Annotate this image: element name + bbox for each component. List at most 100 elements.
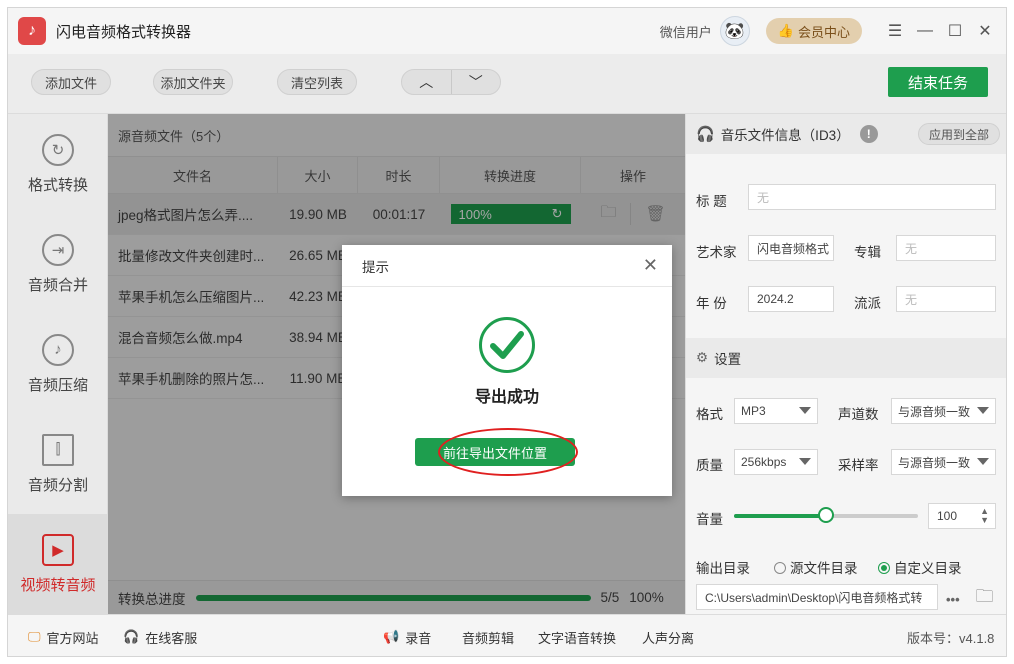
footer-separate-link[interactable]: 人声分离: [642, 615, 694, 656]
title-bar: ♪ 闪电音频格式转换器 微信用户 🐼 👍 会员中心 ☰ — ☐ ✕: [8, 8, 1006, 54]
apply-all-button[interactable]: 应用到全部: [917, 123, 1000, 145]
year-label: 年 份: [696, 296, 727, 311]
samplerate-label: 采样率: [838, 458, 879, 473]
sidebar-item-label: 视频转音频: [20, 576, 96, 594]
note-icon: ♪: [42, 333, 74, 366]
annotation-ring: [438, 428, 578, 476]
footer: 🖵 官方网站 🎧 在线客服 📢 录音 音频剪辑 文字语音转换 人声分离 版本号：…: [8, 614, 1006, 656]
footer-edit-link[interactable]: 音频剪辑: [462, 615, 514, 656]
volume-slider[interactable]: [734, 507, 918, 523]
chevron-down-icon: [799, 407, 811, 414]
volume-input[interactable]: 100 ▲ ▼: [928, 503, 996, 529]
volume-value: 100: [937, 509, 958, 523]
volume-label: 音量: [696, 512, 723, 527]
format-label: 格式: [696, 407, 723, 422]
refresh-icon: ↻: [42, 133, 74, 166]
chevron-down-icon: [977, 407, 989, 414]
dialog-message: 导出成功: [474, 389, 539, 406]
footer-record-label: 录音: [405, 630, 432, 646]
title-field[interactable]: 无: [748, 184, 996, 210]
success-dialog: 提示 ✕ 导出成功 前往导出文件位置: [342, 245, 672, 496]
sidebar-item-audio-merge[interactable]: ⇥ 音频合并: [8, 214, 108, 314]
id3-header: 🎧 音乐文件信息（ID3） ! 应用到全部: [686, 114, 1006, 154]
toolbar: 添加文件 添加文件夹 清空列表 ︿ ﹀ 结束任务: [8, 54, 1006, 114]
genre-label: 流派: [854, 296, 881, 311]
end-task-button[interactable]: 结束任务: [888, 67, 988, 97]
monitor-icon: 🖵: [28, 629, 41, 644]
sidebar-item-audio-split[interactable]: ⫿ 音频分割: [8, 414, 108, 514]
channels-label: 声道数: [838, 407, 879, 422]
stepper-icon[interactable]: ▲ ▼: [980, 507, 989, 525]
sidebar-item-audio-compress[interactable]: ♪ 音频压缩: [8, 314, 108, 414]
dialog-title: 提示: [342, 245, 672, 287]
title-label: 标 题: [696, 194, 727, 209]
footer-website-link[interactable]: 🖵 官方网站: [28, 615, 99, 656]
artist-label: 艺术家: [696, 245, 737, 260]
footer-website-label: 官方网站: [46, 630, 99, 646]
radio-custom-label: 自定义目录: [894, 561, 962, 576]
member-center-button[interactable]: 👍 会员中心: [765, 18, 862, 44]
maximize-icon[interactable]: ☐: [940, 21, 970, 41]
info-warning-icon[interactable]: !: [859, 125, 878, 143]
artist-field[interactable]: 闪电音频格式: [748, 235, 834, 261]
add-file-button[interactable]: 添加文件: [31, 69, 111, 95]
samplerate-value: 与源音频一致: [898, 455, 971, 470]
format-select[interactable]: MP3: [734, 398, 818, 424]
thumbs-up-icon: 👍: [777, 23, 794, 38]
id3-title: 音乐文件信息（ID3）: [720, 128, 850, 143]
quality-select[interactable]: 256kbps: [734, 449, 818, 475]
headset-icon: 🎧: [123, 629, 140, 644]
channels-select[interactable]: 与源音频一致: [891, 398, 996, 424]
merge-icon: ⇥: [42, 233, 74, 266]
path-buttons: ••• 🗀: [946, 584, 994, 614]
output-dir-label: 输出目录: [696, 561, 750, 576]
add-folder-button[interactable]: 添加文件夹: [153, 69, 233, 95]
volume-slider-knob[interactable]: [818, 507, 834, 523]
reorder-buttons: ︿ ﹀: [401, 69, 501, 95]
footer-tts-link[interactable]: 文字语音转换: [538, 615, 616, 656]
channels-value: 与源音频一致: [898, 404, 971, 419]
radio-source-dir[interactable]: 源文件目录: [774, 557, 858, 577]
quality-value: 256kbps: [741, 455, 787, 469]
chevron-down-icon: [977, 458, 989, 465]
format-value: MP3: [741, 404, 766, 418]
move-up-button[interactable]: ︿: [402, 70, 451, 94]
headphones-icon: 🎧: [696, 126, 715, 143]
footer-record-link[interactable]: 📢 录音: [383, 615, 432, 656]
sidebar-item-label: 音频分割: [27, 476, 88, 494]
split-icon: ⫿: [42, 433, 74, 466]
settings-header: ⚙ 设置: [686, 338, 1006, 378]
app-logo-icon: ♪: [18, 17, 46, 45]
year-field[interactable]: 2024.2: [748, 286, 834, 312]
menu-icon[interactable]: ☰: [880, 21, 910, 41]
samplerate-select[interactable]: 与源音频一致: [891, 449, 996, 475]
checkmark-icon: [479, 317, 535, 373]
more-icon[interactable]: •••: [946, 592, 960, 607]
minimize-icon[interactable]: —: [910, 22, 940, 40]
radio-source-label: 源文件目录: [790, 561, 858, 576]
radio-icon: [774, 562, 786, 574]
version-label: 版本号：v4.1.8: [907, 630, 995, 646]
output-path-field[interactable]: C:\Users\admin\Desktop\闪电音频格式转: [696, 584, 938, 610]
video-play-icon: ▶: [42, 533, 74, 566]
album-field[interactable]: 无: [896, 235, 996, 261]
close-icon[interactable]: ✕: [643, 255, 658, 276]
chevron-down-icon: [799, 458, 811, 465]
genre-field[interactable]: 无: [896, 286, 996, 312]
radio-custom-dir[interactable]: 自定义目录: [878, 557, 962, 577]
sidebar-item-label: 音频合并: [27, 276, 88, 294]
member-center-label: 会员中心: [797, 24, 850, 40]
move-down-button[interactable]: ﹀: [450, 70, 501, 94]
sidebar-item-format-convert[interactable]: ↻ 格式转换: [8, 114, 108, 214]
folder-icon[interactable]: 🗀: [976, 584, 994, 614]
close-icon[interactable]: ✕: [970, 21, 1000, 41]
volume-slider-fill: [734, 514, 826, 518]
user-avatar[interactable]: 🐼: [719, 16, 750, 46]
sidebar-item-label: 格式转换: [27, 176, 88, 194]
sidebar-item-video-to-audio[interactable]: ▶ 视频转音频: [8, 514, 108, 614]
right-panel: 🎧 音乐文件信息（ID3） ! 应用到全部 标 题 无 艺术家 闪电音频格式 专…: [685, 114, 1006, 614]
user-name[interactable]: 微信用户: [660, 22, 712, 41]
clear-list-button[interactable]: 清空列表: [277, 69, 357, 95]
footer-service-link[interactable]: 🎧 在线客服: [123, 615, 197, 656]
app-title: 闪电音频格式转换器: [56, 23, 192, 41]
